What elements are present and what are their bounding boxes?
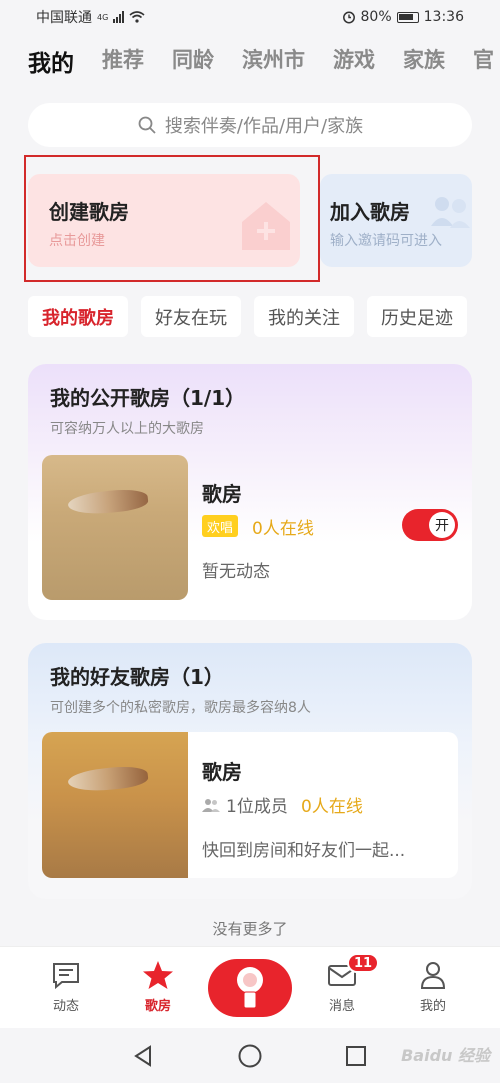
chip-history[interactable]: 历史足迹: [367, 296, 467, 337]
tab-city[interactable]: 滨州市: [242, 44, 305, 78]
tab-recommend[interactable]: 推荐: [102, 44, 144, 78]
messages-badge: 11: [347, 953, 380, 973]
back-icon[interactable]: [131, 1044, 155, 1068]
nav-messages[interactable]: 消息 11: [307, 953, 380, 1014]
filter-chips: 我的歌房 好友在玩 我的关注 历史足迹: [28, 296, 467, 337]
feed-icon: [53, 963, 79, 990]
online-count: 0人在线: [301, 797, 363, 817]
top-tabs: 我的 推荐 同龄 滨州市 游戏 家族 官: [28, 44, 494, 78]
room-status: 快回到房间和好友们一起...: [202, 841, 406, 861]
friend-rooms-section: 我的好友歌房（1） 可创建多个的私密歌房，歌房最多容纳8人 歌房 1位成员 0人…: [28, 643, 472, 899]
battery-percent: 80%: [360, 9, 392, 25]
online-count: 0人在线: [252, 519, 314, 539]
star-icon: [143, 961, 173, 989]
watermark-text: Baidu 经验: [401, 1046, 490, 1065]
alarm-icon: [342, 11, 355, 24]
search-bar[interactable]: 搜索伴奏/作品/用户/家族: [28, 103, 472, 147]
chip-following[interactable]: 我的关注: [254, 296, 354, 337]
members-count: 1位成员: [226, 797, 288, 817]
friend-rooms-title: 我的好友歌房（1）: [50, 665, 224, 689]
status-left: 中国联通 4G: [36, 7, 145, 27]
members-info: 1位成员: [202, 792, 288, 817]
join-room-title: 加入歌房: [330, 200, 410, 224]
signal-icon: [113, 11, 125, 23]
network-label: 4G: [97, 12, 109, 22]
join-room-subtitle: 输入邀请码可进入: [330, 233, 442, 249]
highlight-box: [24, 155, 320, 282]
public-rooms-title: 我的公开歌房（1/1）: [50, 386, 246, 410]
tab-games[interactable]: 游戏: [333, 44, 375, 78]
profile-icon: [420, 962, 446, 989]
join-room-card[interactable]: 加入歌房 输入邀请码可进入: [320, 174, 472, 267]
toggle-knob: 开: [429, 512, 455, 538]
nav-feed-label: 动态: [52, 999, 79, 1014]
friend-room-item[interactable]: 歌房 1位成员 0人在线 快回到房间和好友们一起...: [42, 732, 458, 878]
chip-my-rooms[interactable]: 我的歌房: [28, 296, 128, 337]
status-bar: 中国联通 4G 80% 13:36: [0, 0, 500, 34]
tab-same-age[interactable]: 同龄: [172, 44, 214, 78]
battery-icon: [396, 11, 419, 23]
nav-feed[interactable]: 动态: [31, 959, 101, 1014]
tab-family[interactable]: 家族: [403, 44, 445, 78]
status-right: 80% 13:36: [342, 9, 464, 25]
clock: 13:36: [423, 9, 464, 25]
public-rooms-section: 我的公开歌房（1/1） 可容纳万人以上的大歌房 歌房 欢唱 0人在线 暂无动态 …: [28, 364, 472, 620]
room-name: 歌房: [202, 760, 242, 784]
members-icon: [202, 798, 220, 812]
screen: 中国联通 4G 80% 13:36 我的 推荐 同龄 滨州市 游戏 家族 官 搜…: [0, 0, 500, 1083]
room-status: 暂无动态: [202, 562, 270, 582]
room-thumbnail[interactable]: [42, 455, 188, 600]
search-icon: [138, 116, 156, 134]
room-tag: 欢唱: [202, 515, 239, 537]
home-icon[interactable]: [237, 1043, 263, 1069]
nav-profile[interactable]: 我的: [398, 959, 468, 1014]
carrier-label: 中国联通: [36, 10, 92, 26]
sing-button[interactable]: [208, 959, 292, 1017]
nav-profile-label: 我的: [419, 999, 446, 1014]
bottom-nav: 动态 歌房 消息 11 我的: [0, 946, 500, 1028]
nav-messages-label: 消息: [328, 999, 355, 1014]
room-toggle[interactable]: 开: [402, 509, 458, 541]
tab-mine[interactable]: 我的: [28, 44, 74, 78]
nav-rooms[interactable]: 歌房: [123, 959, 193, 1014]
search-placeholder: 搜索伴奏/作品/用户/家族: [164, 116, 364, 137]
tab-official[interactable]: 官: [473, 44, 494, 78]
friend-rooms-desc: 可创建多个的私密歌房，歌房最多容纳8人: [50, 700, 311, 716]
recent-apps-icon[interactable]: [345, 1045, 367, 1067]
room-thumbnail: [42, 732, 188, 878]
nav-rooms-label: 歌房: [144, 999, 171, 1014]
people-icon: [431, 197, 470, 228]
thumbnail-image: [42, 455, 188, 600]
thumbnail-image: [42, 732, 188, 878]
room-name[interactable]: 歌房: [202, 478, 242, 507]
no-more-text: 没有更多了: [212, 920, 288, 938]
public-rooms-desc: 可容纳万人以上的大歌房: [50, 421, 204, 437]
wifi-icon: [129, 11, 145, 23]
microphone-icon: [237, 967, 263, 1009]
chip-friends-playing[interactable]: 好友在玩: [141, 296, 241, 337]
